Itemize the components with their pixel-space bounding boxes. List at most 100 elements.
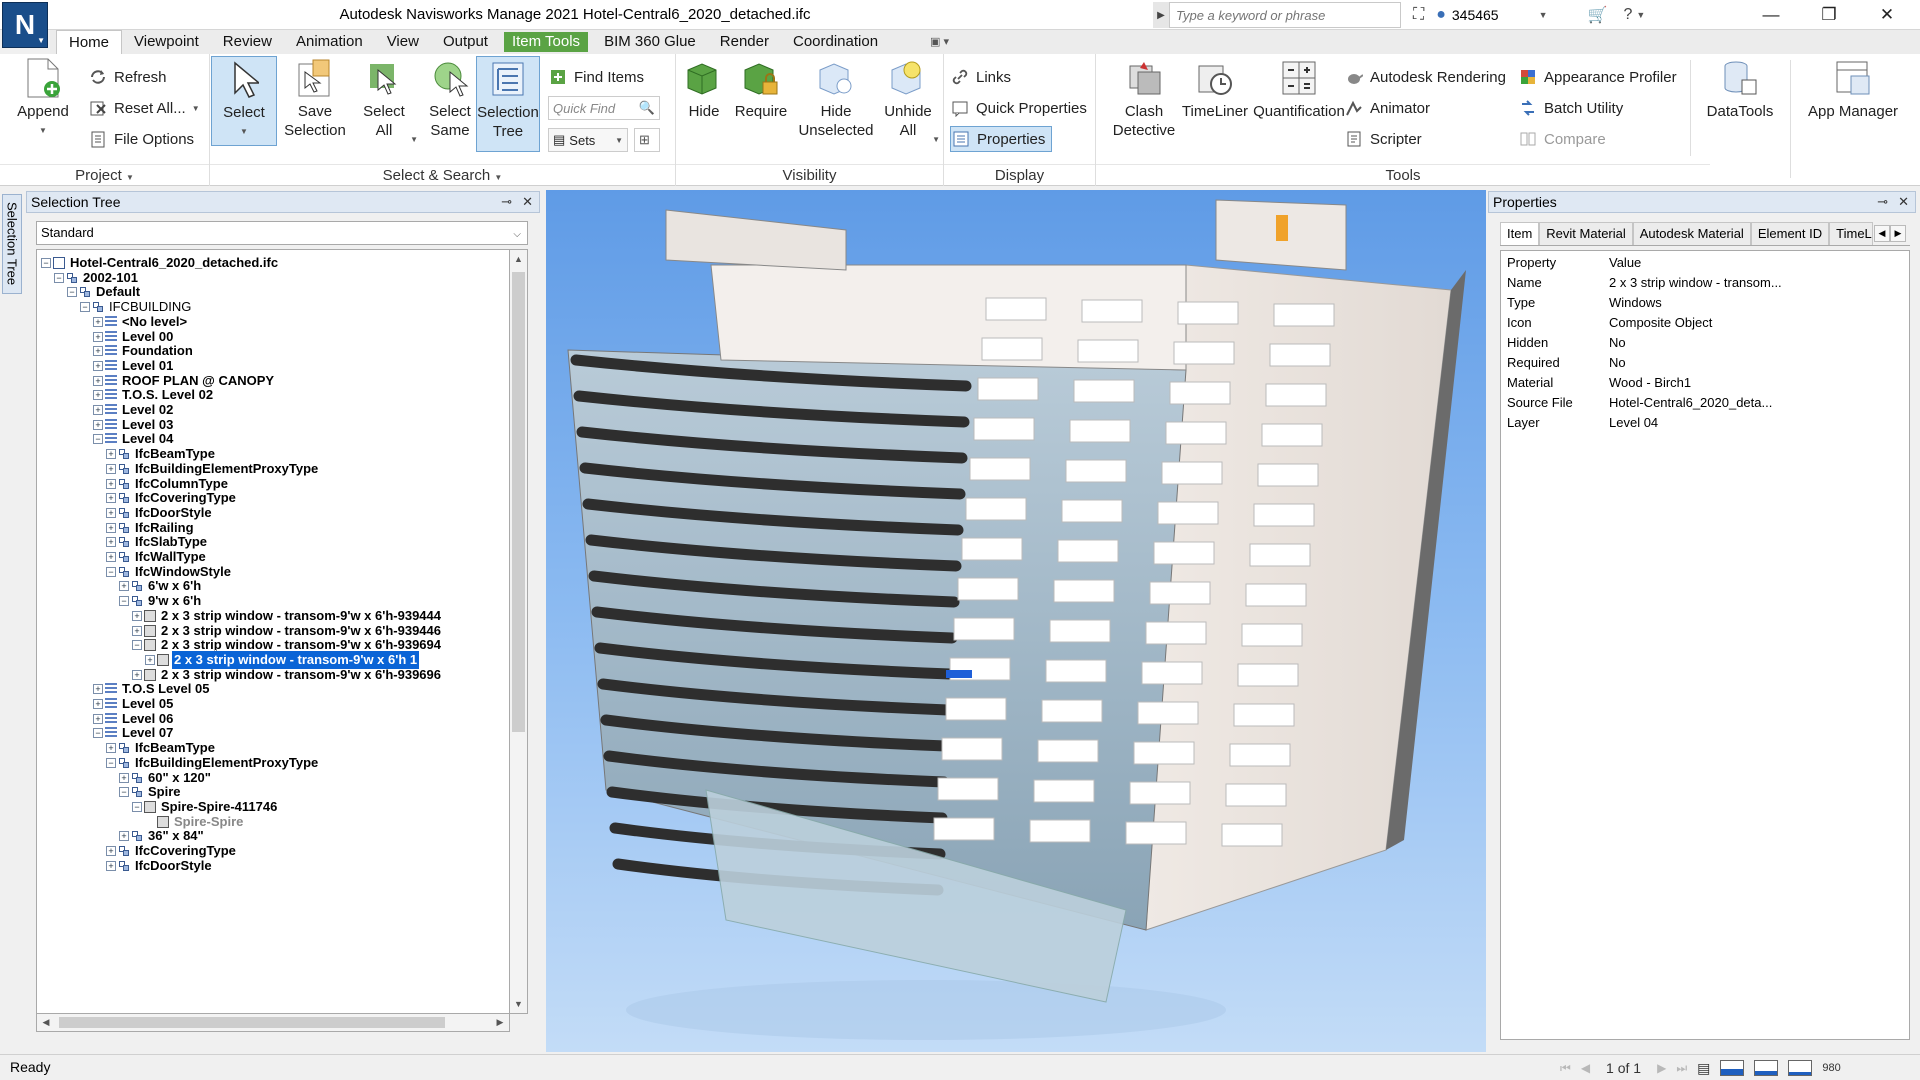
expand-icon[interactable]: + (106, 537, 116, 548)
scrollbar-thumb[interactable] (512, 272, 525, 732)
tab-coordination[interactable]: Coordination (781, 30, 890, 54)
expand-icon[interactable]: + (93, 360, 103, 371)
select-same-button[interactable]: Select Same ▼ (420, 56, 484, 144)
animator-button[interactable]: Animator (1344, 95, 1430, 121)
expand-icon[interactable]: + (93, 375, 103, 386)
expand-icon[interactable]: + (132, 610, 142, 621)
close-icon[interactable]: ✕ (522, 194, 533, 209)
expand-icon[interactable]: + (119, 581, 129, 592)
autodesk-rendering-button[interactable]: Autodesk Rendering (1344, 64, 1506, 90)
application-menu-button[interactable]: N ▼ (2, 2, 48, 48)
collapse-icon[interactable]: − (106, 757, 116, 768)
tab-review[interactable]: Review (211, 30, 284, 54)
expand-icon[interactable]: + (119, 772, 129, 783)
tab-item[interactable]: Item (1500, 222, 1540, 245)
collapse-icon[interactable]: − (41, 258, 51, 268)
select-all-button[interactable]: Select All ▼ (354, 56, 418, 144)
tab-viewpoint[interactable]: Viewpoint (122, 30, 211, 54)
tab-item-tools[interactable]: Item Tools (503, 32, 589, 52)
last-sheet-icon[interactable]: ⏭ (1676, 1061, 1687, 1076)
scrollbar-thumb[interactable] (59, 1017, 445, 1028)
expand-icon[interactable]: + (93, 316, 103, 327)
expand-icon[interactable]: + (106, 743, 116, 754)
expand-icon[interactable]: + (106, 449, 116, 460)
select-button[interactable]: Select ▼ (211, 56, 277, 146)
scroll-up-icon[interactable]: ▲ (510, 250, 527, 268)
chevron-down-icon[interactable]: ▼ (1539, 10, 1548, 20)
user-name[interactable]: 345465 (1452, 7, 1499, 23)
property-row[interactable]: Hidden No (1501, 333, 1909, 353)
property-row[interactable]: Icon Composite Object (1501, 313, 1909, 333)
tab-output[interactable]: Output (431, 30, 500, 54)
selection-tree[interactable]: − Hotel-Central6_2020_detached.ifc −2002-1… (36, 249, 510, 1014)
collapse-icon[interactable]: − (93, 434, 103, 445)
keyword-search-input[interactable] (1169, 2, 1401, 28)
next-sheet-icon[interactable]: ▶ (1657, 1061, 1666, 1075)
expand-icon[interactable]: + (132, 625, 142, 636)
find-items-button[interactable]: Find Items (548, 64, 644, 90)
expand-icon[interactable]: + (93, 331, 103, 342)
collapse-icon[interactable]: − (54, 272, 64, 283)
help-dropdown-icon[interactable]: ▼ (1636, 10, 1645, 20)
property-row[interactable]: Name 2 x 3 strip window - transom... (1501, 273, 1909, 293)
collapse-icon[interactable]: − (80, 302, 90, 313)
collapse-icon[interactable]: − (132, 640, 142, 651)
expand-icon[interactable]: + (93, 346, 103, 357)
quick-properties-button[interactable]: Quick Properties (950, 95, 1087, 121)
hide-button[interactable]: Hide (680, 56, 728, 121)
scroll-right-icon[interactable]: ▶ (491, 1014, 509, 1031)
minimize-icon[interactable]: — (1748, 0, 1794, 30)
property-row[interactable]: Layer Level 04 (1501, 413, 1909, 433)
collapse-icon[interactable]: − (93, 728, 103, 739)
tab-revit-material[interactable]: Revit Material (1539, 222, 1633, 245)
selection-tree-button[interactable]: Selection Tree (476, 56, 540, 152)
group-label-select-search[interactable]: Select & Search ▼ (210, 164, 675, 186)
reset-all-button[interactable]: Reset All... ▼ (88, 95, 200, 121)
expand-icon[interactable]: + (106, 507, 116, 518)
previous-sheet-icon[interactable]: ◀ (1581, 1061, 1590, 1075)
collapse-icon[interactable]: − (67, 287, 77, 298)
collapse-icon[interactable]: − (119, 596, 129, 607)
property-row[interactable]: Type Windows (1501, 293, 1909, 313)
hide-unselected-button[interactable]: Hide Unselected (794, 56, 878, 140)
group-label-project[interactable]: Project ▼ (0, 164, 209, 186)
collapse-icon[interactable]: − (119, 787, 129, 798)
property-row[interactable]: Required No (1501, 353, 1909, 373)
first-sheet-icon[interactable]: ⏮ (1560, 1061, 1571, 1076)
3d-viewport[interactable] (546, 190, 1486, 1052)
expand-icon[interactable]: + (93, 684, 103, 695)
expand-icon[interactable]: + (106, 846, 116, 856)
binoculars-icon[interactable]: ⛶ (1413, 6, 1424, 24)
expand-icon[interactable]: + (106, 463, 116, 474)
expand-icon[interactable]: + (145, 654, 155, 665)
expand-icon[interactable]: + (106, 860, 116, 871)
expand-icon[interactable]: + (93, 390, 103, 401)
close-icon[interactable]: ✕ (1864, 0, 1910, 30)
tree-mode-dropdown[interactable]: Standard ⌵ (36, 221, 528, 245)
links-button[interactable]: Links (950, 64, 1011, 90)
scroll-left-icon[interactable]: ◀ (37, 1014, 55, 1031)
search-icon[interactable]: 🔍 (639, 100, 655, 116)
properties-button[interactable]: Properties (950, 126, 1053, 152)
user-icon[interactable]: ● (1436, 6, 1446, 24)
ribbon-options-icon[interactable]: ▣ ▾ (890, 30, 961, 54)
infocenter-expand-icon[interactable]: ▶ (1153, 2, 1169, 28)
expand-icon[interactable]: + (93, 699, 103, 709)
tree-node[interactable]: + IfcDoorStyle (106, 857, 214, 875)
save-selection-button[interactable]: Save Selection (280, 56, 350, 140)
expand-icon[interactable]: + (106, 493, 116, 504)
append-button[interactable]: Append ▼ (12, 56, 74, 140)
expand-icon[interactable]: + (132, 669, 142, 680)
quantification-button[interactable]: Quantification (1244, 56, 1354, 121)
file-options-button[interactable]: File Options (88, 126, 194, 152)
property-row[interactable]: Source File Hotel-Central6_2020_deta... (1501, 393, 1909, 413)
collapse-icon[interactable]: − (132, 801, 142, 812)
tab-timeliner[interactable]: TimeLi (1829, 222, 1874, 245)
manage-sets-button[interactable]: ⊞ (634, 128, 660, 152)
tab-element-id[interactable]: Element ID (1750, 222, 1830, 245)
collapse-icon[interactable]: − (106, 566, 116, 577)
datatools-button[interactable]: DataTools (1700, 56, 1780, 121)
help-icon[interactable]: ? (1623, 6, 1632, 24)
pin-icon[interactable]: ⊸ (501, 194, 512, 209)
pin-icon[interactable]: ⊸ (1877, 194, 1888, 209)
